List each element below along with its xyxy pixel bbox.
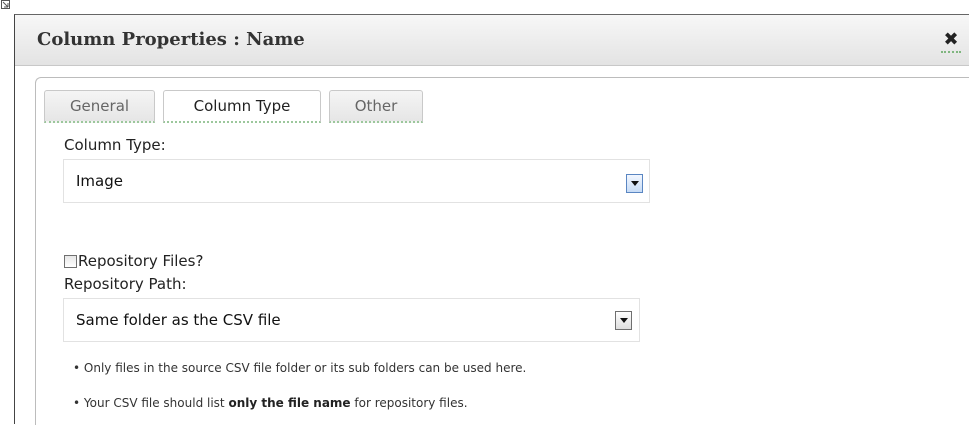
repository-files-row: Repository Files? <box>64 252 364 270</box>
repository-path-select[interactable]: Same folder as the CSV file <box>63 298 640 342</box>
note-file-name-prefix: • Your CSV file should list <box>73 396 229 410</box>
tab-general[interactable]: General <box>44 90 155 123</box>
chevron-down-icon[interactable] <box>615 311 632 330</box>
resize-corner-icon <box>1 0 10 9</box>
repository-path-value: Same folder as the CSV file <box>76 311 281 329</box>
column-properties-dialog: Column Properties : Name ✖ General Colum… <box>14 14 969 425</box>
column-type-value: Image <box>76 172 123 190</box>
repository-files-label[interactable]: Repository Files? <box>78 252 203 270</box>
column-type-label: Column Type: <box>64 136 166 154</box>
tab-column-type[interactable]: Column Type <box>163 90 321 123</box>
repository-path-label: Repository Path: <box>64 275 187 293</box>
close-icon[interactable]: ✖ <box>941 29 961 53</box>
chevron-down-icon[interactable] <box>626 174 643 193</box>
dialog-titlebar[interactable]: Column Properties : Name ✖ <box>15 15 969 66</box>
repository-files-checkbox[interactable] <box>64 255 77 268</box>
tab-panel: General Column Type Other Column Type: I… <box>35 77 969 425</box>
dialog-title: Column Properties : Name <box>37 29 305 50</box>
note-source-folder: • Only files in the source CSV file fold… <box>73 361 527 375</box>
note-file-name-suffix: for repository files. <box>350 396 468 410</box>
column-type-select[interactable]: Image <box>63 159 650 203</box>
tab-other[interactable]: Other <box>329 90 423 123</box>
note-file-name-bold: only the file name <box>228 396 351 410</box>
note-file-name: • Your CSV file should list only the fil… <box>73 396 468 410</box>
